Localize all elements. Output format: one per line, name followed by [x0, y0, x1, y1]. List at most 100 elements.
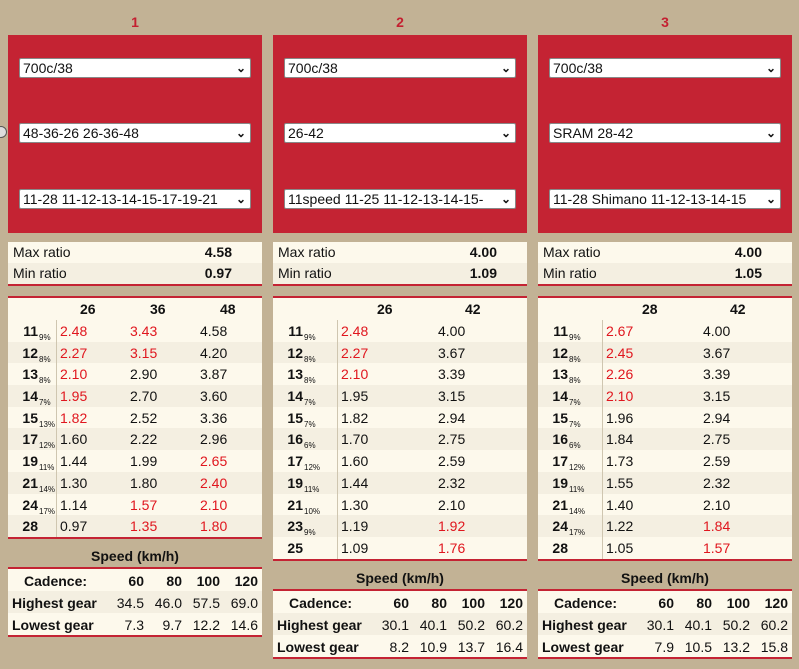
highest-row: Highest gear 30.1 40.1 50.2 60.2	[273, 612, 527, 635]
cog-step-percent: 11%	[569, 484, 585, 494]
cog-step-percent: 6%	[569, 441, 581, 451]
gear-ratio-cell: 2.90	[130, 366, 158, 383]
chainring-select[interactable]: 48-36-26 26-36-48 ⌄	[19, 123, 251, 143]
gear-ratio-cell: 1.82	[341, 409, 369, 426]
table-row: 19 11% 1.44 2.32	[273, 471, 527, 494]
gear-ratio-cell: 2.27	[60, 344, 88, 361]
cadence-value: 100	[726, 594, 750, 611]
table-row: 28 1.05 1.57	[538, 537, 792, 559]
cadence-row: Cadence: 60 80 100 120	[8, 569, 262, 591]
side-radio[interactable]	[0, 126, 7, 138]
highest-value: 34.5	[116, 594, 144, 611]
table-row: 21 14% 1.40 2.10	[538, 494, 792, 516]
cog-size: 15	[552, 409, 568, 426]
wheel-select[interactable]: 700c/38 ⌄	[19, 58, 251, 78]
min-ratio-row: Min ratio 1.05	[538, 263, 792, 284]
cog-size: 21	[552, 496, 568, 513]
lowest-label: Lowest gear	[12, 616, 94, 633]
gear-ratio-cell: 2.48	[60, 323, 88, 339]
cog-step-percent: 10%	[304, 506, 321, 516]
gear-ratio-table: 28 42 11 9% 2.67 4.00 12 8% 2.45 3.67 13 8% 2.26 3.39…	[538, 296, 792, 561]
gear-ratio-cell: 2.75	[703, 431, 731, 448]
highest-row: Highest gear 30.1 40.1 50.2 60.2	[538, 612, 792, 635]
cassette-select-value: 11-28 Shimano 11-12-13-14-15	[553, 191, 747, 207]
gear-ratio-cell: 1.95	[341, 388, 369, 405]
gear-ratio-cell: 2.94	[438, 409, 466, 426]
gear-ratio-cell: 1.55	[606, 474, 634, 491]
gear-ratio-cell: 2.10	[606, 388, 634, 405]
cog-step-percent: 7%	[304, 419, 316, 429]
gear-ratio-cell: 2.65	[200, 453, 228, 470]
cog-size: 16	[552, 431, 568, 448]
lowest-value: 12.2	[192, 616, 220, 633]
cassette-select[interactable]: 11-28 11-12-13-14-15-17-19-21 ⌄	[19, 189, 251, 209]
cadence-value: 60	[128, 572, 144, 589]
chevron-down-icon: ⌄	[500, 126, 511, 140]
lowest-value: 7.9	[654, 638, 674, 655]
chainring-select[interactable]: SRAM 28-42 ⌄	[549, 123, 781, 143]
cassette-select[interactable]: 11-28 Shimano 11-12-13-14-15 ⌄	[549, 189, 781, 209]
speed-table: Cadence: 60 80 100 120 Highest gear 34.5 46.0 57…	[8, 566, 262, 637]
selector-panel: 700c/38 ⌄ 26-42 ⌄ 11speed 11-25 11-12-13-14-…	[273, 35, 527, 233]
gear-ratio-cell: 1.44	[341, 474, 369, 491]
cog-size: 28	[552, 539, 568, 556]
chevron-down-icon: ⌄	[500, 192, 511, 206]
table-row: 19 11% 1.44 1.99 2.65	[8, 450, 262, 472]
table-row: 12 8% 2.45 3.67	[538, 341, 792, 364]
gear-ratio-cell: 2.52	[130, 409, 158, 426]
lowest-row: Lowest gear 8.2 10.9 13.7 16.4	[273, 635, 527, 657]
column-number: 2	[396, 14, 404, 30]
gear-ratio-cell: 1.80	[200, 518, 228, 535]
chainring-select-value: 48-36-26 26-36-48	[23, 125, 139, 141]
cog-step-percent: 7%	[304, 398, 316, 408]
speed-title: Speed (km/h)	[273, 560, 527, 589]
chainring-header: 48	[220, 301, 236, 317]
table-row: 12 8% 2.27 3.67	[273, 341, 527, 364]
chainring-header: 42	[730, 301, 746, 317]
cog-step-percent: 11%	[39, 463, 55, 473]
highest-value: 69.0	[230, 594, 258, 611]
cog-size: 13	[22, 366, 38, 383]
cog-step-percent: 17%	[39, 506, 56, 516]
table-row: 17 12% 1.60 2.22 2.96	[8, 428, 262, 450]
selector-panel: 700c/38 ⌄ SRAM 28-42 ⌄ 11-28 Shimano 11-12-1…	[538, 35, 792, 233]
table-row: 16 6% 1.84 2.75	[538, 428, 792, 450]
lowest-value: 16.4	[495, 638, 523, 655]
cog-step-percent: 12%	[569, 463, 586, 473]
cadence-value: 100	[196, 572, 220, 589]
cassette-select[interactable]: 11speed 11-25 11-12-13-14-15- ⌄	[284, 189, 516, 209]
gear-ratio-cell: 2.10	[703, 496, 731, 513]
cog-step-percent: 8%	[569, 376, 581, 386]
gear-ratio-cell: 2.59	[438, 453, 466, 470]
gear-ratio-cell: 2.67	[606, 323, 634, 339]
gear-ratio-cell: 3.39	[438, 366, 466, 383]
gear-ratio-table: 26 36 48 11 9% 2.48 3.43 4.58 12 8% 2.27 3.15 4.20 13…	[8, 296, 262, 539]
gear-ratio-cell: 1.99	[130, 453, 158, 470]
lowest-row: Lowest gear 7.3 9.7 12.2 14.6	[8, 613, 262, 635]
cog-size: 28	[22, 518, 38, 535]
cog-size: 15	[287, 409, 303, 426]
cog-size: 11	[288, 323, 303, 339]
chevron-down-icon: ⌄	[235, 61, 246, 75]
cog-step-percent: 8%	[304, 376, 316, 386]
highest-row: Highest gear 34.5 46.0 57.5 69.0	[8, 590, 262, 613]
wheel-select[interactable]: 700c/38 ⌄	[284, 58, 516, 78]
gear-ratio-cell: 1.05	[606, 539, 634, 556]
lowest-value: 13.7	[457, 638, 485, 655]
cog-size: 21	[22, 474, 38, 491]
chainring-select-value: SRAM 28-42	[553, 125, 634, 141]
gear-ratio-cell: 2.10	[200, 496, 228, 513]
chainring-select[interactable]: 26-42 ⌄	[284, 123, 516, 143]
table-row: 14 7% 1.95 3.15	[273, 385, 527, 407]
cadence-value: 120	[234, 572, 258, 589]
max-ratio-label: Max ratio	[278, 244, 336, 260]
cog-step-percent: 14%	[569, 506, 586, 516]
max-ratio-row: Max ratio 4.00	[273, 242, 527, 263]
max-ratio-label: Max ratio	[13, 244, 71, 260]
gear-ratio-cell: 4.58	[200, 323, 228, 339]
gear-ratio-cell: 1.22	[606, 518, 634, 535]
wheel-select[interactable]: 700c/38 ⌄	[549, 58, 781, 78]
table-row: 12 8% 2.27 3.15 4.20	[8, 341, 262, 364]
gear-ratio-cell: 2.22	[130, 431, 158, 448]
